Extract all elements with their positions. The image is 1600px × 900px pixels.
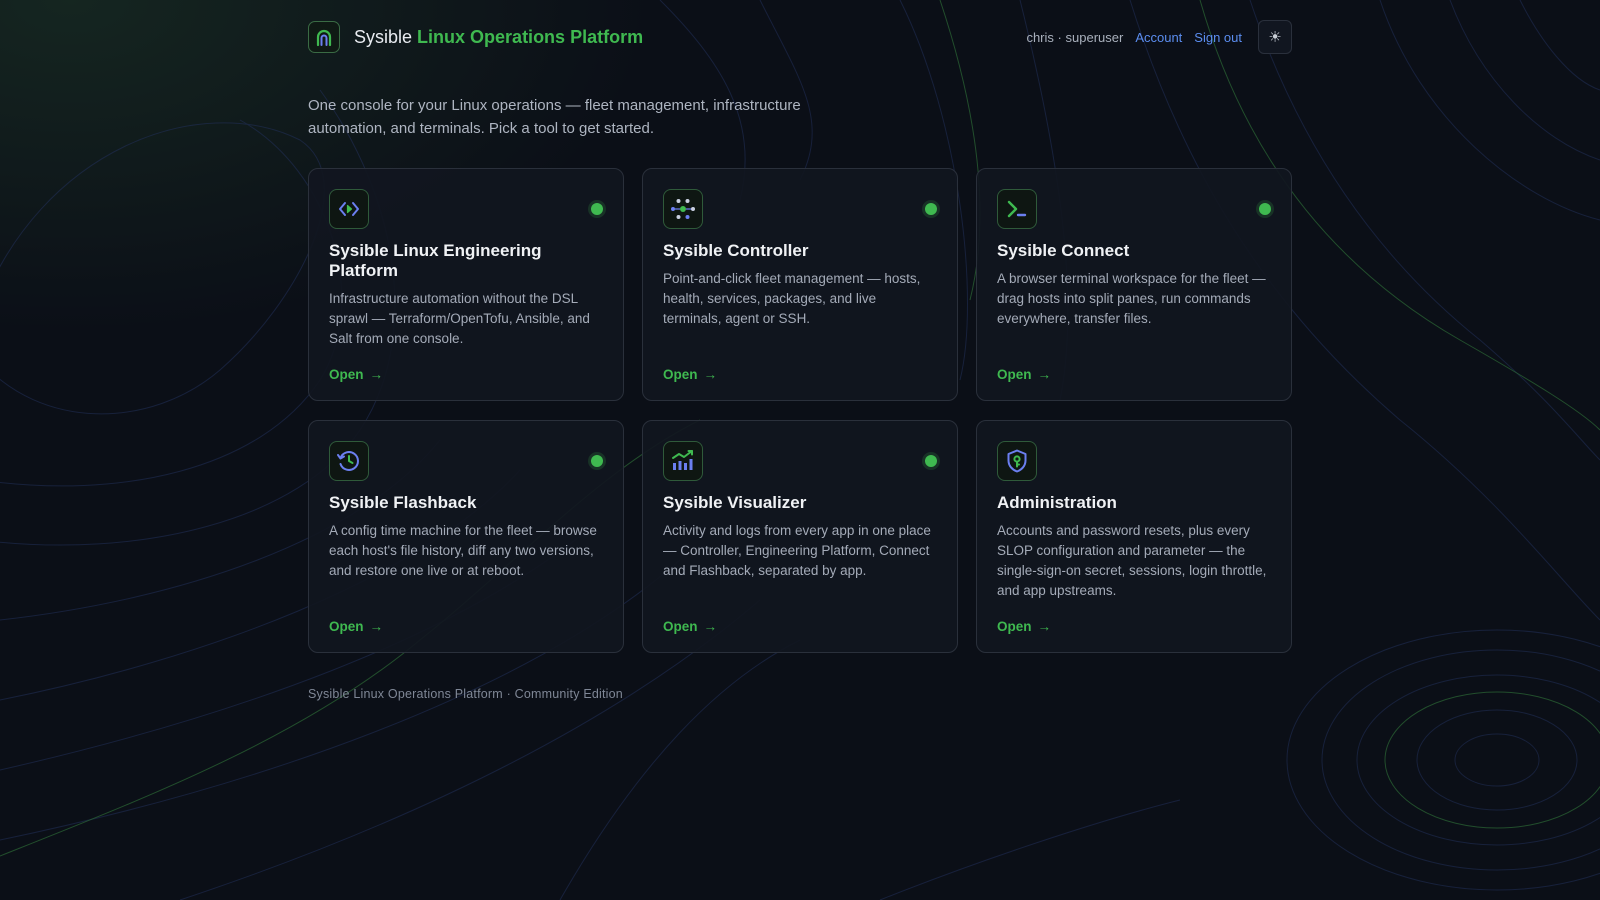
arrow-right-icon: → [369,619,384,634]
card-title: Sysible Visualizer [663,493,807,512]
card-description: Activity and logs from every app in one … [663,523,931,578]
arrow-right-icon: → [703,619,718,634]
arrow-right-icon: → [1037,619,1052,634]
open-link[interactable]: Open → [997,619,1051,634]
open-link[interactable]: Open → [329,619,383,634]
card-description: A config time machine for the fleet — br… [329,523,597,578]
sign-out-link[interactable]: Sign out [1194,30,1242,45]
user-info: chris · superuser [1026,30,1123,45]
user-name: chris [1026,29,1054,45]
user-area: chris · superuser Account Sign out ☀ [1026,20,1292,54]
status-online-indicator [1259,203,1271,215]
status-online-indicator [925,455,937,467]
footer-separator: · [506,687,511,701]
card-description: Accounts and password resets, plus every… [997,523,1267,598]
page-container: Sysible Linux Operations Platform chris … [308,0,1292,701]
app-card-connect[interactable]: Sysible Connect A browser terminal works… [976,168,1292,401]
chart-trend-icon [663,441,703,481]
sun-icon: ☀ [1268,29,1282,46]
brand-name: Sysible [354,26,413,47]
card-title: Sysible Linux Engineering Platform [329,241,542,280]
footer-edition: Community Edition [514,687,623,701]
brand-accent: Linux Operations Platform [417,26,644,47]
open-label: Open [329,367,364,382]
terminal-prompt-icon [997,189,1037,229]
status-online-indicator [591,455,603,467]
status-online-indicator [591,203,603,215]
app-card-flashback[interactable]: Sysible Flashback A config time machine … [308,420,624,653]
open-label: Open [663,367,698,382]
brand[interactable]: Sysible Linux Operations Platform [308,21,643,53]
top-bar: Sysible Linux Operations Platform chris … [308,0,1292,74]
arch-logo-icon [308,21,340,53]
footer-product: Sysible Linux Operations Platform [308,687,503,701]
user-separator: · [1057,29,1062,45]
card-description: Point-and-click fleet management — hosts… [663,271,921,326]
card-title: Sysible Controller [663,241,809,260]
shield-key-icon [997,441,1037,481]
status-online-indicator [925,203,937,215]
brand-title: Sysible Linux Operations Platform [354,27,643,48]
open-link[interactable]: Open → [663,619,717,634]
app-card-engineering-platform[interactable]: Sysible Linux Engineering Platform Infra… [308,168,624,401]
card-description: Infrastructure automation without the DS… [329,291,590,346]
open-link[interactable]: Open → [329,367,383,382]
card-title: Administration [997,493,1117,512]
footer: Sysible Linux Operations Platform · Comm… [308,687,1292,701]
open-label: Open [329,619,364,634]
arrow-right-icon: → [703,367,718,382]
app-card-administration[interactable]: Administration Accounts and password res… [976,420,1292,653]
arrow-right-icon: → [1037,367,1052,382]
account-link[interactable]: Account [1135,30,1182,45]
history-clock-icon [329,441,369,481]
intro-text: One console for your Linux operations — … [308,97,801,137]
code-brackets-icon [329,189,369,229]
card-description: A browser terminal workspace for the fle… [997,271,1266,326]
open-label: Open [997,619,1032,634]
theme-toggle-button[interactable]: ☀ [1258,20,1292,54]
open-label: Open [997,367,1032,382]
user-role: superuser [1065,29,1124,45]
network-nodes-icon [663,189,703,229]
card-title: Sysible Connect [997,241,1130,260]
app-grid: Sysible Linux Engineering Platform Infra… [308,168,1292,653]
app-card-visualizer[interactable]: Sysible Visualizer Activity and logs fro… [642,420,958,653]
open-label: Open [663,619,698,634]
arrow-right-icon: → [369,367,384,382]
app-card-controller[interactable]: Sysible Controller Point-and-click fleet… [642,168,958,401]
open-link[interactable]: Open → [663,367,717,382]
open-link[interactable]: Open → [997,367,1051,382]
card-title: Sysible Flashback [329,493,477,512]
